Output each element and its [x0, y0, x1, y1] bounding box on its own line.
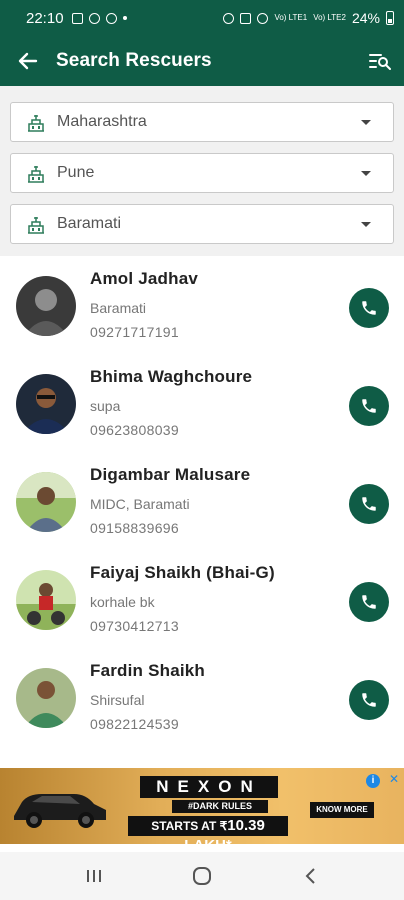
chevron-down-icon — [361, 119, 371, 125]
arrow-left-icon — [18, 52, 38, 70]
battery-icon — [386, 11, 394, 25]
notification-dot-icon — [122, 16, 127, 20]
rescuer-place: korhale bk — [90, 594, 155, 610]
building-icon — [28, 115, 44, 132]
rescuer-place: Shirsufal — [90, 692, 145, 708]
call-button[interactable] — [349, 484, 389, 524]
recent-apps-button[interactable] — [74, 856, 114, 896]
taluka-dropdown[interactable]: Baramati — [10, 204, 394, 244]
ad-price-prefix: STARTS AT ₹ — [151, 819, 228, 833]
rescuer-name: Bhima Waghchoure — [90, 367, 253, 386]
district-dropdown-value: Pune — [57, 164, 95, 181]
network-2-label: Vo) LTE2 — [313, 13, 346, 22]
instagram-icon — [88, 12, 100, 24]
phone-icon — [362, 595, 376, 609]
call-button[interactable] — [349, 582, 389, 622]
rescuer-place: Baramati — [90, 300, 147, 316]
home-icon — [193, 867, 211, 885]
call-button[interactable] — [349, 288, 389, 328]
status-bar: 22:10 Vo) LTE1 Vo) LTE2 24% — [0, 0, 404, 36]
rescuer-list: Amol Jadhav Baramati 09271717191 Bhima W… — [0, 258, 404, 748]
battery-percent: 24% — [351, 10, 380, 26]
rescuer-place: supa — [90, 398, 121, 414]
ad-brand: NEXON — [140, 776, 278, 798]
state-dropdown[interactable]: Maharashtra — [10, 102, 394, 142]
list-item[interactable]: Faiyaj Shaikh (Bhai-G) korhale bk 097304… — [0, 552, 404, 650]
page-title: Search Rescuers — [56, 50, 212, 71]
phone-icon — [362, 693, 376, 707]
avatar — [16, 374, 76, 434]
list-item[interactable]: Fardin Shaikh Shirsufal 09822124539 — [0, 650, 404, 748]
chevron-left-icon — [305, 868, 315, 884]
ad-price: STARTS AT ₹10.39 LAKH* — [128, 816, 288, 844]
back-nav-button[interactable] — [290, 856, 330, 896]
rescuer-phone: 09822124539 — [90, 716, 179, 732]
rescuer-place: MIDC, Baramati — [90, 496, 190, 512]
ad-close-icon[interactable]: ✕ — [389, 772, 399, 786]
rescuer-name: Amol Jadhav — [90, 269, 199, 288]
filter-search-button[interactable] — [368, 49, 392, 73]
rescuer-phone: 09730412713 — [90, 618, 179, 634]
recent-apps-icon — [87, 870, 101, 882]
phone-icon — [362, 301, 376, 315]
state-dropdown-value: Maharashtra — [57, 113, 147, 130]
call-button[interactable] — [349, 680, 389, 720]
list-item[interactable]: Amol Jadhav Baramati 09271717191 — [0, 258, 404, 356]
call-button[interactable] — [349, 386, 389, 426]
avatar — [16, 276, 76, 336]
taluka-dropdown-value: Baramati — [57, 215, 122, 232]
phone-icon — [362, 497, 376, 511]
rescuer-phone: 09623808039 — [90, 422, 179, 438]
rescuer-phone: 09271717191 — [90, 324, 179, 340]
alarm-icon — [223, 12, 235, 24]
rescuer-name: Fardin Shaikh — [90, 661, 206, 680]
home-button[interactable] — [182, 856, 222, 896]
filter-search-icon — [369, 54, 391, 70]
avatar — [16, 472, 76, 532]
gallery-icon — [71, 12, 83, 24]
network-1-label: Vo) LTE1 — [274, 13, 308, 22]
avatar — [16, 570, 76, 630]
status-time: 22:10 — [26, 9, 64, 27]
district-dropdown[interactable]: Pune — [10, 153, 394, 193]
rescuer-name: Faiyaj Shaikh (Bhai-G) — [90, 563, 275, 582]
avatar — [16, 668, 76, 728]
back-button[interactable] — [0, 36, 56, 86]
ad-banner[interactable]: NEXON #DARK RULES STARTS AT ₹10.39 LAKH*… — [0, 768, 404, 844]
rescuer-name: Digambar Malusare — [90, 465, 251, 484]
ad-tagline: #DARK RULES — [172, 800, 268, 813]
building-icon — [28, 217, 44, 234]
chevron-down-icon — [361, 170, 371, 176]
mute-icon — [240, 12, 252, 24]
cloud-icon — [105, 12, 117, 24]
list-item[interactable]: Digambar Malusare MIDC, Baramati 0915883… — [0, 454, 404, 552]
rescuer-phone: 09158839696 — [90, 520, 179, 536]
building-icon — [28, 166, 44, 183]
phone-icon — [362, 399, 376, 413]
wifi-icon — [257, 12, 269, 24]
filter-panel: Maharashtra Pune Baramati — [0, 86, 404, 256]
app-bar: Search Rescuers — [0, 36, 404, 86]
list-item[interactable]: Bhima Waghchoure supa 09623808039 — [0, 356, 404, 454]
system-nav-bar — [0, 852, 404, 900]
ad-info-icon[interactable]: i — [366, 774, 380, 788]
ad-know-more-button[interactable]: KNOW MORE — [310, 802, 374, 818]
chevron-down-icon — [361, 221, 371, 227]
car-image — [14, 794, 106, 828]
